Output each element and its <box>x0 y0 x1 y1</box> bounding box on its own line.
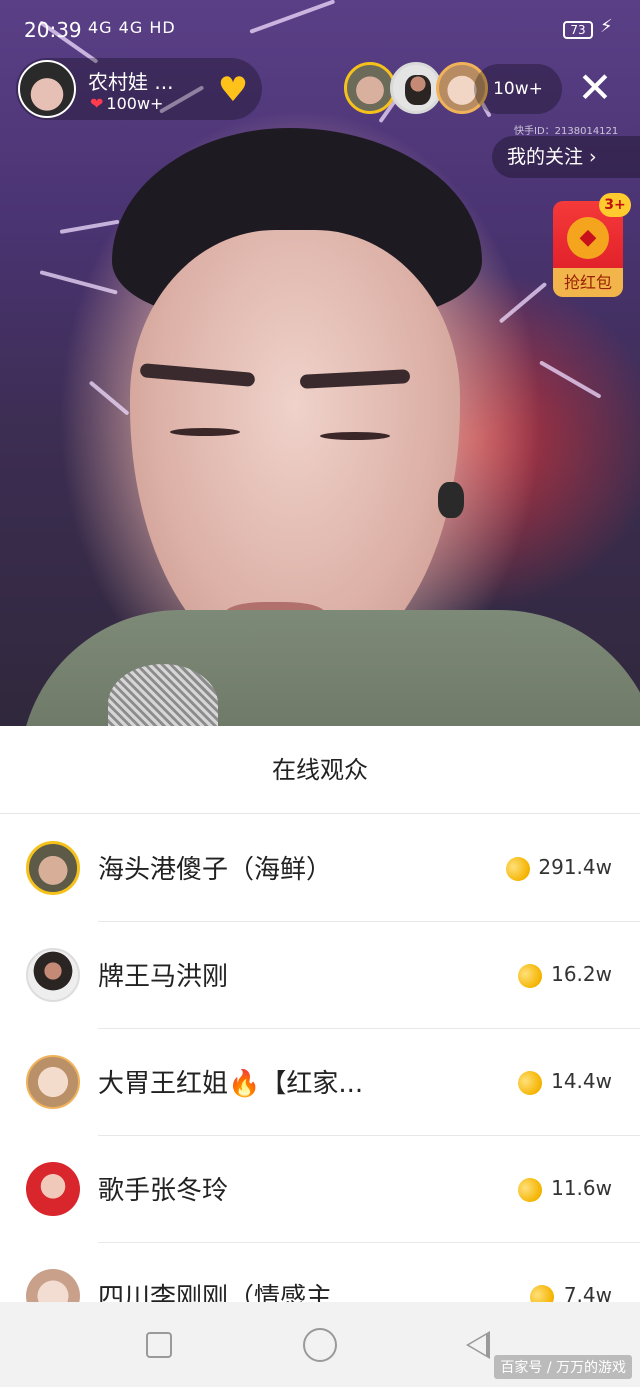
coin-icon <box>502 853 534 885</box>
viewer-amount: 16.2w <box>551 962 612 986</box>
anchor-info[interactable]: 农村娃 ... ❤ 100w+ ♥ <box>16 58 262 120</box>
viewer-count[interactable]: 10w+ <box>474 64 562 114</box>
red-packet-button[interactable]: ◆ 抢红包 3+ <box>553 193 631 297</box>
charging-icon: ⚡ <box>600 16 613 37</box>
list-item[interactable]: 四川李刚刚（情感主 7.4w <box>0 1243 640 1302</box>
coin-icon <box>514 1067 546 1099</box>
avatar[interactable] <box>26 948 80 1002</box>
status-time: 20:39 <box>24 18 82 42</box>
sparkle <box>39 270 118 295</box>
anchor-likes: ❤ 100w+ <box>90 94 163 113</box>
red-packet-label: 抢红包 <box>563 273 612 292</box>
viewer-name: 歌手张冬玲 <box>98 1176 229 1206</box>
avatar[interactable] <box>26 1055 80 1109</box>
anchor-avatar[interactable] <box>18 60 76 118</box>
sparkle <box>88 380 130 416</box>
list-item[interactable]: 牌王马洪刚 16.2w <box>0 922 640 1029</box>
anchor-id: 快手ID：2138014121 <box>514 126 619 137</box>
coin-icon <box>514 1174 546 1206</box>
top-viewer-avatar[interactable] <box>390 62 442 114</box>
follow-heart-icon[interactable]: ♥ <box>206 70 260 110</box>
red-packet-coin-icon: ◆ <box>567 217 609 259</box>
square-icon[interactable] <box>146 1332 172 1358</box>
triangle-icon[interactable] <box>466 1331 490 1359</box>
heart-icon: ❤ <box>90 94 104 113</box>
follow-list-button[interactable]: 我的关注 › <box>492 136 640 178</box>
avatar[interactable] <box>26 1269 80 1302</box>
red-packet-badge: 3+ <box>599 193 631 217</box>
panel-title: 在线观众 <box>0 726 640 814</box>
earbud <box>438 482 464 518</box>
battery-icon: 73 <box>563 21 593 39</box>
sparkle <box>498 281 548 324</box>
circle-icon[interactable] <box>303 1328 337 1362</box>
likes-count: 100w+ <box>106 94 164 113</box>
sparkle <box>59 219 120 234</box>
viewer-amount: 14.4w <box>551 1069 612 1093</box>
top-viewer-avatar[interactable] <box>344 62 396 114</box>
avatar[interactable] <box>26 1162 80 1216</box>
viewer-name: 海头港傻子（海鲜） <box>98 855 333 885</box>
close-icon[interactable]: ✕ <box>570 66 620 114</box>
coin-icon <box>514 960 546 992</box>
list-item[interactable]: 海头港傻子（海鲜） 291.4w <box>0 815 640 922</box>
status-bar: 20:39 4G 4G HD 73 ⚡ <box>0 0 640 56</box>
system-nav-bar: 百家号 / 万万的游戏 <box>0 1302 640 1387</box>
anchor-name: 农村娃 ... <box>88 70 174 94</box>
left-eye <box>170 428 240 436</box>
viewer-amount: 11.6w <box>551 1176 612 1200</box>
viewer-amount: 7.4w <box>563 1283 612 1302</box>
network-indicator: 4G 4G HD <box>88 18 176 37</box>
sparkle <box>539 360 602 399</box>
list-item[interactable]: 歌手张冬玲 11.6w <box>0 1136 640 1243</box>
viewer-name: 牌王马洪刚 <box>98 962 229 992</box>
avatar[interactable] <box>26 841 80 895</box>
online-audience-panel: 在线观众 海头港傻子（海鲜） 291.4w 牌王马洪刚 16.2w 大胃王红姐🔥… <box>0 726 640 1302</box>
watermark: 百家号 / 万万的游戏 <box>494 1355 632 1379</box>
viewer-name: 大胃王红姐🔥【红家... <box>98 1069 364 1099</box>
viewer-name: 四川李刚刚（情感主 <box>98 1283 333 1302</box>
coin-icon <box>526 1281 558 1302</box>
list-item[interactable]: 大胃王红姐🔥【红家... 14.4w <box>0 1029 640 1136</box>
viewer-amount: 291.4w <box>538 855 612 879</box>
right-eye <box>320 432 390 440</box>
